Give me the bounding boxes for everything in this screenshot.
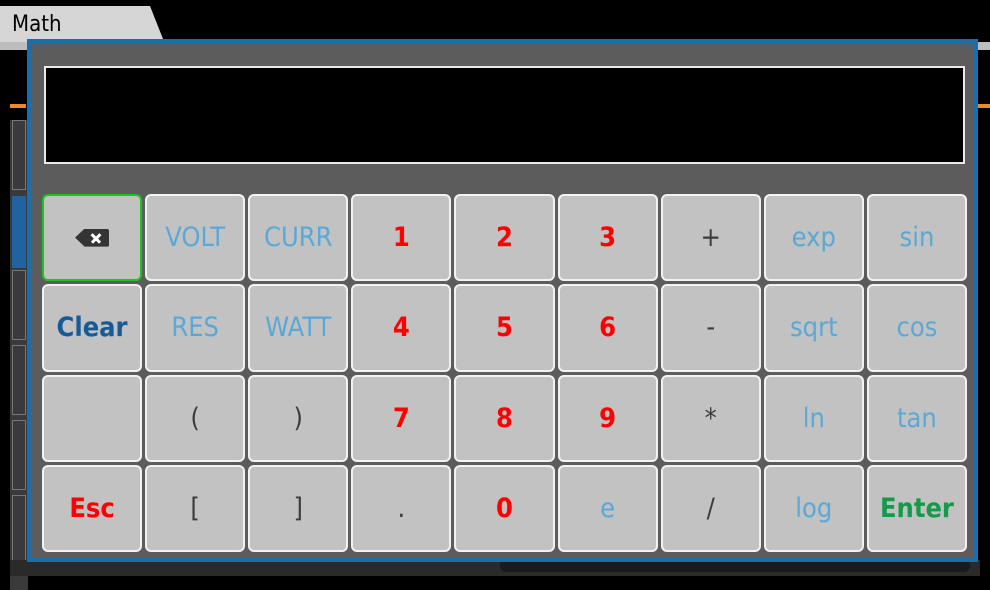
digit-8-button[interactable]: 8 [454, 374, 555, 462]
divide-button[interactable]: / [660, 464, 761, 552]
math-keypad-dialog: VOLT CURR 1 2 3 + exp sin Clear RES WATT… [27, 39, 978, 562]
res-button[interactable]: RES [145, 284, 246, 372]
background-selected-item [12, 196, 26, 268]
ln-button[interactable]: ln [763, 374, 864, 462]
right-bracket-button[interactable]: ] [248, 464, 349, 552]
background-side-cell [12, 420, 26, 490]
background-side-panel [10, 120, 28, 590]
cos-button[interactable]: cos [866, 284, 967, 372]
digit-3-button[interactable]: 3 [557, 194, 658, 282]
background-side-cell [12, 270, 26, 340]
log-button[interactable]: log [763, 464, 864, 552]
digit-2-button[interactable]: 2 [454, 194, 555, 282]
digit-7-button[interactable]: 7 [351, 374, 452, 462]
digit-6-button[interactable]: 6 [557, 284, 658, 372]
decimal-point-button[interactable]: . [351, 464, 452, 552]
e-constant-button[interactable]: e [557, 464, 658, 552]
watt-button[interactable]: WATT [248, 284, 349, 372]
digit-1-button[interactable]: 1 [351, 194, 452, 282]
background-side-cell [12, 495, 26, 565]
digit-4-button[interactable]: 4 [351, 284, 452, 372]
right-paren-button[interactable]: ) [248, 374, 349, 462]
plus-button[interactable]: + [660, 194, 761, 282]
background-marker-left [10, 104, 26, 108]
digit-0-button[interactable]: 0 [454, 464, 555, 552]
keypad-grid: VOLT CURR 1 2 3 + exp sin Clear RES WATT… [42, 194, 967, 552]
background-side-cell [12, 120, 26, 190]
background-side-cell [12, 345, 26, 415]
tan-button[interactable]: tan [866, 374, 967, 462]
left-bracket-button[interactable]: [ [145, 464, 246, 552]
clear-button[interactable]: Clear [42, 284, 143, 372]
math-tab-label: Math [12, 12, 62, 37]
left-paren-button[interactable]: ( [145, 374, 246, 462]
digit-5-button[interactable]: 5 [454, 284, 555, 372]
esc-button[interactable]: Esc [42, 464, 143, 552]
blank-button[interactable] [42, 374, 143, 462]
enter-button[interactable]: Enter [866, 464, 967, 552]
digit-9-button[interactable]: 9 [557, 374, 658, 462]
minus-button[interactable]: - [660, 284, 761, 372]
expression-display[interactable] [44, 66, 965, 164]
sin-button[interactable]: sin [866, 194, 967, 282]
sqrt-button[interactable]: sqrt [763, 284, 864, 372]
volt-button[interactable]: VOLT [145, 194, 246, 282]
multiply-button[interactable]: * [660, 374, 761, 462]
backspace-button[interactable] [42, 194, 143, 282]
curr-button[interactable]: CURR [248, 194, 349, 282]
exp-button[interactable]: exp [763, 194, 864, 282]
backspace-icon [75, 228, 110, 247]
